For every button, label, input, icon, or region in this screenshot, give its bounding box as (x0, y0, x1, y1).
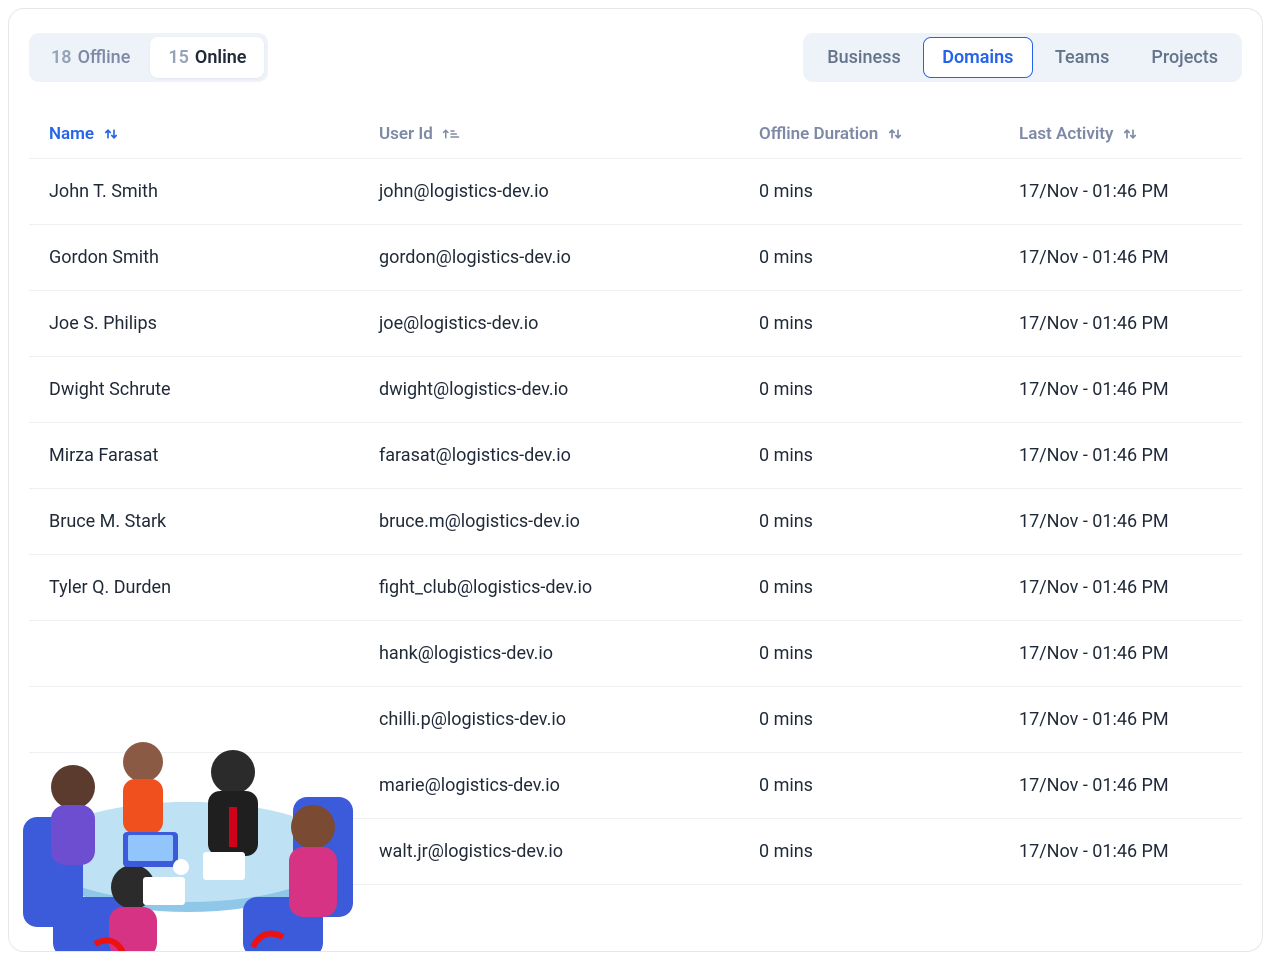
column-header-offline-duration[interactable]: Offline Duration (759, 124, 1019, 144)
tab-teams[interactable]: Teams (1035, 37, 1129, 78)
cell-name: Gordon Smith (49, 247, 379, 268)
table-row[interactable]: John T. Smithjohn@logistics-dev.io0 mins… (29, 159, 1242, 225)
cell-name (49, 643, 379, 664)
sort-icon (102, 125, 120, 143)
cell-userid: joe@logistics-dev.io (379, 313, 759, 334)
cell-last-activity: 17/Nov - 01:46 PM (1019, 841, 1222, 862)
cell-last-activity: 17/Nov - 01:46 PM (1019, 181, 1222, 202)
status-offline-tab[interactable]: 18 Offline (33, 37, 148, 78)
cell-userid: fight_club@logistics-dev.io (379, 577, 759, 598)
table-row[interactable]: Joe S. Philipsjoe@logistics-dev.io0 mins… (29, 291, 1242, 357)
filter-tabs: Business Domains Teams Projects (803, 33, 1242, 82)
cell-last-activity: 17/Nov - 01:46 PM (1019, 709, 1222, 730)
cell-last-activity: 17/Nov - 01:46 PM (1019, 643, 1222, 664)
status-online-tab[interactable]: 15 Online (150, 37, 264, 78)
cell-offline-duration: 0 mins (759, 775, 1019, 796)
cell-offline-duration: 0 mins (759, 841, 1019, 862)
cell-last-activity: 17/Nov - 01:46 PM (1019, 313, 1222, 334)
cell-userid: dwight@logistics-dev.io (379, 379, 759, 400)
sort-icon (886, 125, 904, 143)
cell-name: John T. Smith (49, 181, 379, 202)
cell-userid: marie@logistics-dev.io (379, 775, 759, 796)
column-header-name-label: Name (49, 124, 94, 144)
cell-userid: farasat@logistics-dev.io (379, 445, 759, 466)
cell-offline-duration: 0 mins (759, 709, 1019, 730)
cell-name (49, 709, 379, 730)
cell-userid: chilli.p@logistics-dev.io (379, 709, 759, 730)
cell-userid: john@logistics-dev.io (379, 181, 759, 202)
cell-offline-duration: 0 mins (759, 181, 1019, 202)
cell-last-activity: 17/Nov - 01:46 PM (1019, 247, 1222, 268)
status-online-label: Online (195, 47, 247, 68)
cell-name (49, 841, 379, 862)
cell-offline-duration: 0 mins (759, 511, 1019, 532)
status-online-count: 15 (168, 47, 189, 68)
cell-offline-duration: 0 mins (759, 643, 1019, 664)
table-body: John T. Smithjohn@logistics-dev.io0 mins… (29, 159, 1242, 885)
cell-last-activity: 17/Nov - 01:46 PM (1019, 379, 1222, 400)
status-offline-label: Offline (78, 47, 131, 68)
table-row[interactable]: Bruce M. Starkbruce.m@logistics-dev.io0 … (29, 489, 1242, 555)
cell-last-activity: 17/Nov - 01:46 PM (1019, 511, 1222, 532)
table-row[interactable]: chilli.p@logistics-dev.io0 mins17/Nov - … (29, 687, 1242, 753)
table-row[interactable]: Mirza Farasatfarasat@logistics-dev.io0 m… (29, 423, 1242, 489)
table-row[interactable]: walt.jr@logistics-dev.io0 mins17/Nov - 0… (29, 819, 1242, 885)
cell-name: Bruce M. Stark (49, 511, 379, 532)
cell-name: Tyler Q. Durden (49, 577, 379, 598)
table-header-row: Name User Id Offline Duration Last Activ… (29, 110, 1242, 159)
tab-business[interactable]: Business (807, 37, 920, 78)
tab-projects[interactable]: Projects (1131, 37, 1238, 78)
table-row[interactable]: hank@logistics-dev.io0 mins17/Nov - 01:4… (29, 621, 1242, 687)
column-header-last-activity[interactable]: Last Activity (1019, 124, 1222, 144)
table-row[interactable]: Dwight Schrutedwight@logistics-dev.io0 m… (29, 357, 1242, 423)
table-row[interactable]: marie@logistics-dev.io0 mins17/Nov - 01:… (29, 753, 1242, 819)
card-container: 18 Offline 15 Online Business Domains Te… (8, 8, 1263, 952)
cell-last-activity: 17/Nov - 01:46 PM (1019, 775, 1222, 796)
column-header-userid[interactable]: User Id (379, 124, 759, 144)
cell-name (49, 775, 379, 796)
cell-offline-duration: 0 mins (759, 247, 1019, 268)
cell-name: Mirza Farasat (49, 445, 379, 466)
cell-offline-duration: 0 mins (759, 313, 1019, 334)
cell-userid: bruce.m@logistics-dev.io (379, 511, 759, 532)
column-header-offline-duration-label: Offline Duration (759, 124, 878, 144)
cell-offline-duration: 0 mins (759, 577, 1019, 598)
status-toggle: 18 Offline 15 Online (29, 33, 268, 82)
column-header-userid-label: User Id (379, 124, 433, 144)
status-offline-count: 18 (51, 47, 72, 68)
topbar: 18 Offline 15 Online Business Domains Te… (29, 33, 1242, 82)
cell-last-activity: 17/Nov - 01:46 PM (1019, 445, 1222, 466)
cell-userid: walt.jr@logistics-dev.io (379, 841, 759, 862)
tab-domains[interactable]: Domains (923, 37, 1033, 78)
cell-userid: gordon@logistics-dev.io (379, 247, 759, 268)
cell-name: Dwight Schrute (49, 379, 379, 400)
users-table: Name User Id Offline Duration Last Activ… (29, 110, 1242, 885)
cell-last-activity: 17/Nov - 01:46 PM (1019, 577, 1222, 598)
column-header-name[interactable]: Name (49, 124, 379, 144)
sort-asc-icon (441, 125, 461, 143)
table-row[interactable]: Tyler Q. Durdenfight_club@logistics-dev.… (29, 555, 1242, 621)
table-row[interactable]: Gordon Smithgordon@logistics-dev.io0 min… (29, 225, 1242, 291)
cell-offline-duration: 0 mins (759, 445, 1019, 466)
column-header-last-activity-label: Last Activity (1019, 124, 1113, 144)
cell-offline-duration: 0 mins (759, 379, 1019, 400)
cell-name: Joe S. Philips (49, 313, 379, 334)
cell-userid: hank@logistics-dev.io (379, 643, 759, 664)
sort-icon (1121, 125, 1139, 143)
